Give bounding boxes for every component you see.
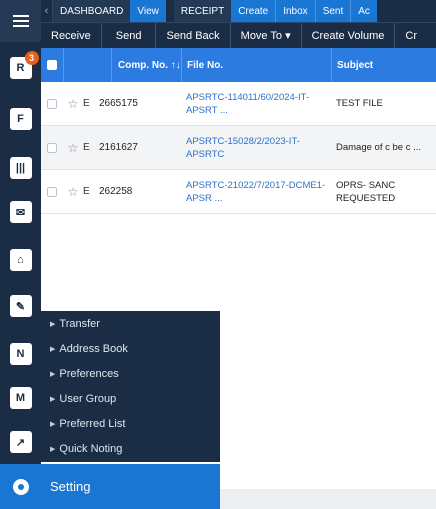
menu-item-quick-noting[interactable]: ▶ Quick Noting <box>41 436 220 461</box>
star-icon[interactable]: ☆ <box>63 141 83 155</box>
row-type: E <box>83 98 90 109</box>
tab-receipt[interactable]: RECEIPT <box>173 0 232 22</box>
caret-right-icon: ▶ <box>50 445 56 453</box>
mail-tray-nav-button[interactable]: ✉ <box>0 194 41 230</box>
subject: Damage of c be c ... <box>336 142 422 153</box>
setting-label: Setting <box>50 479 91 494</box>
file-no-link[interactable]: APSRTC-15028/2/2023-IT-APSRTC <box>181 135 331 161</box>
left-nav-rail: R 3 F ||| ✉ ⌂ ✎ N M ↗ <box>0 0 41 509</box>
note-icon: ✎ <box>9 295 32 317</box>
table-row[interactable]: ☆ E 262258 APSRTC-21022/7/2017-DCME1-APS… <box>41 170 436 214</box>
tab-view[interactable]: View <box>130 0 166 22</box>
file-no-header[interactable]: File No. <box>181 48 331 82</box>
chart-pen-nav-button[interactable]: ↗ <box>0 424 41 460</box>
file-no-link[interactable]: APSRTC-21022/7/2017-DCME1-APSR ... <box>181 179 331 205</box>
note-nav-button[interactable]: ✎ <box>0 288 41 324</box>
top-tab-bar: ‹ DASHBOARD View RECEIPT Create Inbox Se… <box>41 0 436 22</box>
row-checkbox[interactable] <box>47 142 57 153</box>
user-mail-icon: N <box>9 343 32 365</box>
move-to-dropdown[interactable]: Move To ▾ <box>231 22 302 49</box>
comp-no-header[interactable]: Comp. No. ↑↓ <box>111 48 181 82</box>
menu-item-preferences[interactable]: ▶ Preferences <box>41 361 220 386</box>
caret-right-icon: ▶ <box>50 420 56 428</box>
user-mail-nav-button[interactable]: N <box>0 336 41 372</box>
comp-no: 2161627 <box>99 142 138 153</box>
dispatch-nav-button[interactable]: ⌂ <box>0 242 41 278</box>
setting-nav-item[interactable]: Setting <box>0 464 220 509</box>
subject: OPRS- SANC REQUESTED <box>336 179 396 204</box>
subject: TEST FILE <box>336 98 383 109</box>
chevron-left-icon[interactable]: ‹ <box>41 0 53 22</box>
caret-right-icon: ▶ <box>50 395 56 403</box>
menu-item-transfer[interactable]: ▶ Transfer <box>41 311 220 336</box>
file-nav-button[interactable]: F <box>0 101 41 137</box>
setting-submenu: ▶ Transfer ▶ Address Book ▶ Preferences ▶ Us… <box>41 311 220 462</box>
receipt-icon: R 3 <box>9 51 39 79</box>
star-icon[interactable]: ☆ <box>63 97 83 111</box>
select-all-checkbox[interactable] <box>47 60 57 70</box>
receipt-nav-button[interactable]: R 3 <box>0 50 41 86</box>
tab-dashboard[interactable]: DASHBOARD <box>53 0 131 22</box>
table-row[interactable]: ☆ E 2665175 APSRTC-114011/60/2024-IT-APS… <box>41 82 436 126</box>
file-no-link[interactable]: APSRTC-114011/60/2024-IT-APSRT ... <box>181 91 331 117</box>
caret-right-icon: ▶ <box>50 370 56 378</box>
row-type: E <box>83 142 90 153</box>
hamburger-menu-button[interactable] <box>0 0 41 42</box>
barcode-nav-button[interactable]: ||| <box>0 150 41 186</box>
send-back-button[interactable]: Send Back <box>156 22 231 49</box>
barcode-icon: ||| <box>9 157 32 179</box>
hamburger-icon <box>12 12 29 30</box>
send-button[interactable]: Send <box>102 22 157 49</box>
caret-right-icon: ▶ <box>50 345 56 353</box>
caret-right-icon: ▶ <box>50 320 56 328</box>
table-header: Comp. No. ↑↓ File No. Subject <box>41 48 436 82</box>
receipt-table: Comp. No. ↑↓ File No. Subject ☆ E 266517… <box>41 48 436 214</box>
gear-icon <box>12 478 29 495</box>
menu-item-user-group[interactable]: ▶ User Group <box>41 386 220 411</box>
mail-tray-icon: ✉ <box>9 201 32 223</box>
row-type: E <box>83 186 90 197</box>
table-row[interactable]: ☆ E 2161627 APSRTC-15028/2/2023-IT-APSRT… <box>41 126 436 170</box>
more-action-button[interactable]: Cr <box>395 23 427 49</box>
notification-badge: 3 <box>24 51 39 65</box>
chart-pen-icon: ↗ <box>9 431 32 453</box>
menu-item-address-book[interactable]: ▶ Address Book <box>41 336 220 361</box>
subject-header[interactable]: Subject <box>331 48 436 82</box>
create-volume-button[interactable]: Create Volume <box>302 22 396 49</box>
row-checkbox[interactable] <box>47 186 57 197</box>
file-icon: F <box>9 108 32 130</box>
row-checkbox[interactable] <box>47 98 57 109</box>
contacts-icon: M <box>9 387 32 409</box>
menu-item-preferred-list[interactable]: ▶ Preferred List <box>41 411 220 436</box>
tab-more[interactable]: Ac <box>350 0 377 22</box>
tab-inbox[interactable]: Inbox <box>275 0 315 22</box>
comp-no: 2665175 <box>99 98 138 109</box>
receive-button[interactable]: Receive <box>41 22 102 49</box>
tab-sent[interactable]: Sent <box>314 0 351 22</box>
star-icon[interactable]: ☆ <box>63 185 83 199</box>
dispatch-icon: ⌂ <box>9 249 32 271</box>
comp-no: 262258 <box>99 186 133 197</box>
contacts-nav-button[interactable]: M <box>0 380 41 416</box>
tab-create[interactable]: Create <box>231 0 276 22</box>
action-toolbar: Receive Send Send Back Move To ▾ Create … <box>41 22 436 49</box>
horizontal-scrollbar[interactable] <box>220 489 436 509</box>
